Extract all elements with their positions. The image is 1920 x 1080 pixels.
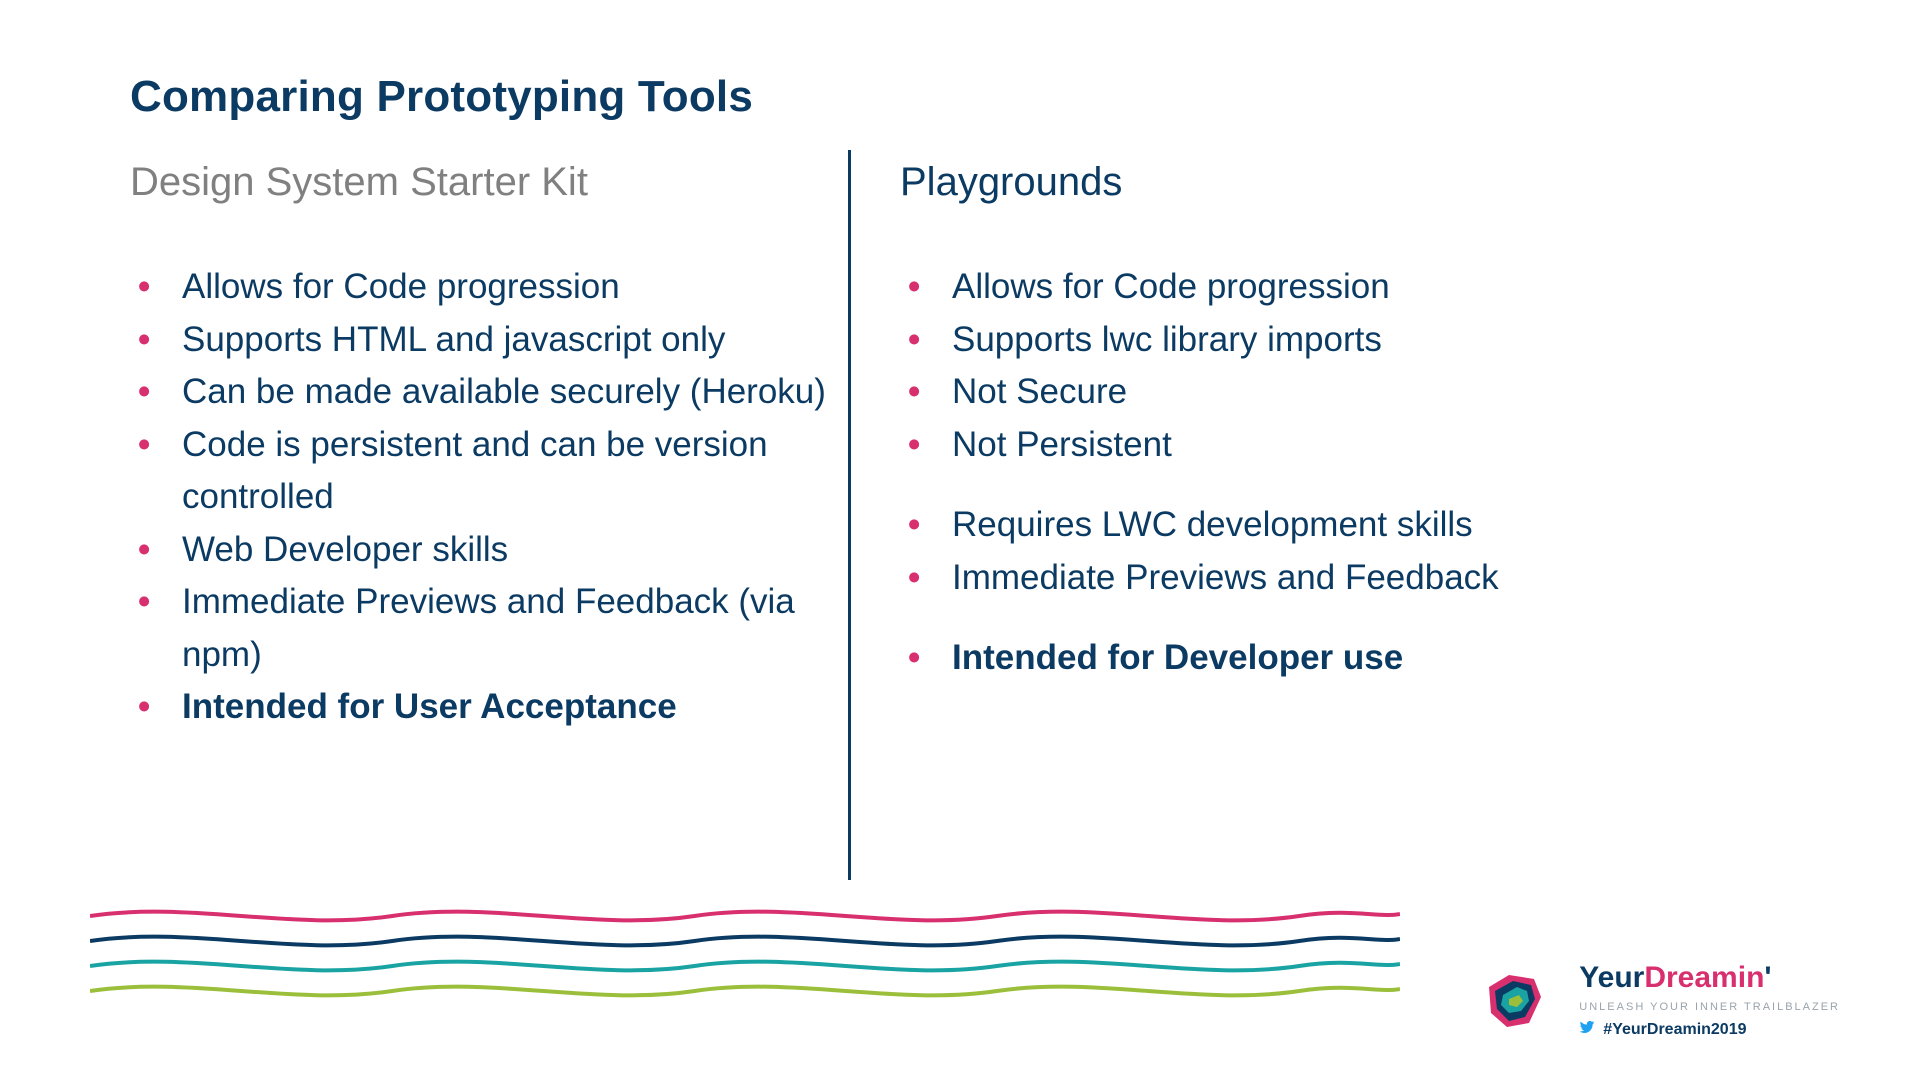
brand-name: YeurDreamin' <box>1579 961 1840 995</box>
list-item: Web Developer skills <box>130 524 830 577</box>
decorative-waves <box>90 896 1400 1016</box>
list-item: Intended for User Acceptance <box>130 681 830 734</box>
left-list: Allows for Code progression Supports HTM… <box>130 261 830 734</box>
list-item: Supports HTML and javascript only <box>130 314 830 367</box>
hashtag-line: #YeurDreamin2019 <box>1579 1019 1840 1040</box>
list-item: Immediate Previews and Feedback <box>900 552 1600 605</box>
vertical-divider <box>848 150 851 880</box>
list-item: Intended for Developer use <box>900 632 1600 685</box>
spacer <box>900 604 1600 632</box>
slide-title: Comparing Prototyping Tools <box>130 72 753 122</box>
list-item: Allows for Code progression <box>130 261 830 314</box>
right-list-group1: Allows for Code progression Supports lwc… <box>900 261 1600 471</box>
footer-brand: YeurDreamin' UNLEASH YOUR INNER TRAILBLA… <box>1479 961 1840 1040</box>
slide: Comparing Prototyping Tools Design Syste… <box>0 0 1920 1080</box>
twitter-icon <box>1579 1019 1595 1040</box>
list-item: Immediate Previews and Feedback (via npm… <box>130 576 830 681</box>
list-item: Requires LWC development skills <box>900 499 1600 552</box>
list-item: Can be made available securely (Heroku) <box>130 366 830 419</box>
brand-part2: Dreamin <box>1644 961 1764 995</box>
brand-part1: Yeur <box>1579 961 1644 995</box>
waves-svg <box>90 896 1400 1016</box>
left-heading: Design System Starter Kit <box>130 160 830 205</box>
list-item: Code is persistent and can be version co… <box>130 419 830 524</box>
brand-text: YeurDreamin' UNLEASH YOUR INNER TRAILBLA… <box>1579 961 1840 1040</box>
brand-apostrophe: ' <box>1764 961 1771 995</box>
hashtag-text: #YeurDreamin2019 <box>1603 1021 1746 1039</box>
right-heading: Playgrounds <box>900 160 1600 205</box>
list-item: Not Persistent <box>900 419 1600 472</box>
right-list-group2: Requires LWC development skills Immediat… <box>900 499 1600 604</box>
spacer <box>900 471 1600 499</box>
brand-logo-icon <box>1479 965 1551 1037</box>
right-column: Playgrounds Allows for Code progression … <box>900 160 1600 685</box>
brand-subtitle: UNLEASH YOUR INNER TRAILBLAZER <box>1579 1001 1840 1013</box>
right-list-group3: Intended for Developer use <box>900 632 1600 685</box>
left-column: Design System Starter Kit Allows for Cod… <box>130 160 830 734</box>
list-item: Supports lwc library imports <box>900 314 1600 367</box>
list-item: Allows for Code progression <box>900 261 1600 314</box>
list-item: Not Secure <box>900 366 1600 419</box>
